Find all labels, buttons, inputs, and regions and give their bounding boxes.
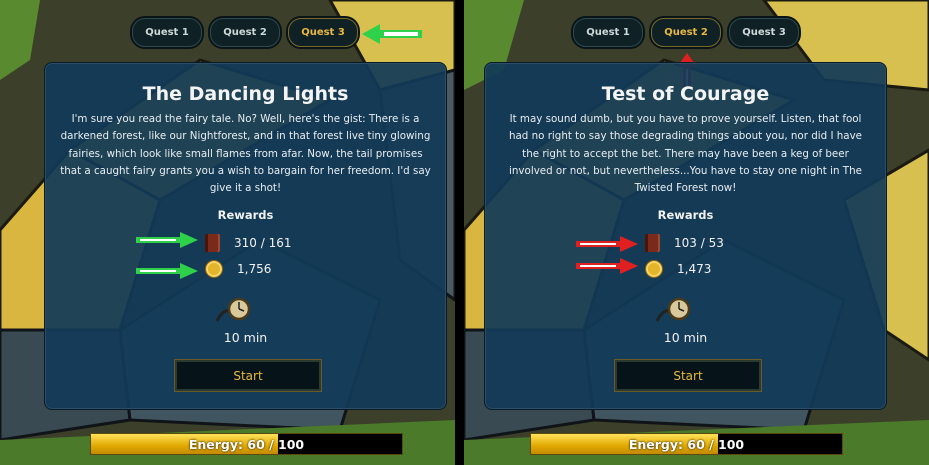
book-icon xyxy=(205,234,220,252)
book-icon xyxy=(645,234,660,252)
reward-xp-row: 310 / 161 xyxy=(205,232,291,254)
left-screenshot: Quest 1 Quest 2 Quest 3 The Dancing Ligh… xyxy=(0,0,455,465)
tab-quest-3[interactable]: Quest 3 xyxy=(288,18,358,47)
energy-bar: Energy: 60 / 100 xyxy=(530,433,843,455)
energy-bar: Energy: 60 / 100 xyxy=(90,433,403,455)
green-arrow-icon xyxy=(136,263,198,279)
reward-gold-row: 1,756 xyxy=(205,258,271,280)
quest-description: It may sound dumb, but you have to prove… xyxy=(508,113,863,195)
tab-quest-3[interactable]: Quest 3 xyxy=(729,18,799,47)
coin-icon xyxy=(205,260,223,278)
quest-description: I'm sure you read the fairy tale. No? We… xyxy=(60,113,431,195)
red-arrow-icon xyxy=(576,236,638,252)
quest-card: The Dancing Lights I'm sure you read the… xyxy=(44,62,447,410)
screenshot-divider xyxy=(455,0,464,465)
rewards-title: Rewards xyxy=(217,208,274,222)
quest-title: The Dancing Lights xyxy=(142,83,349,105)
quest-title: Test of Courage xyxy=(601,83,770,105)
green-arrow-icon xyxy=(136,232,198,248)
pocket-watch-icon xyxy=(655,297,691,322)
reward-xp-value: 103 / 53 xyxy=(674,236,724,250)
tab-quest-2[interactable]: Quest 2 xyxy=(651,18,721,47)
start-button[interactable]: Start xyxy=(175,360,321,391)
pocket-watch-icon xyxy=(215,297,251,322)
green-arrow-icon xyxy=(362,24,422,44)
reward-xp-row: 103 / 53 xyxy=(645,232,724,254)
reward-gold-value: 1,756 xyxy=(237,262,272,276)
energy-label: Energy: 60 / 100 xyxy=(188,436,305,452)
quest-tabs: Quest 1 Quest 2 Quest 3 xyxy=(573,18,799,47)
tab-quest-1[interactable]: Quest 1 xyxy=(132,18,202,47)
energy-label: Energy: 60 / 100 xyxy=(628,436,745,452)
duration-text: 10 min xyxy=(663,330,708,345)
right-screenshot: Quest 1 Quest 2 Quest 3 Test of Courage … xyxy=(464,0,929,465)
reward-xp-value: 310 / 161 xyxy=(234,236,292,250)
reward-gold-row: 1,473 xyxy=(645,258,711,280)
rewards-title: Rewards xyxy=(657,208,714,222)
quest-card: Test of Courage It may sound dumb, but y… xyxy=(484,62,887,410)
start-button[interactable]: Start xyxy=(615,360,761,391)
red-arrow-icon xyxy=(576,258,638,274)
tab-quest-2[interactable]: Quest 2 xyxy=(210,18,280,47)
coin-icon xyxy=(645,260,663,278)
duration-text: 10 min xyxy=(223,330,268,345)
reward-gold-value: 1,473 xyxy=(677,262,712,276)
quest-tabs: Quest 1 Quest 2 Quest 3 xyxy=(132,18,358,47)
tab-quest-1[interactable]: Quest 1 xyxy=(573,18,643,47)
